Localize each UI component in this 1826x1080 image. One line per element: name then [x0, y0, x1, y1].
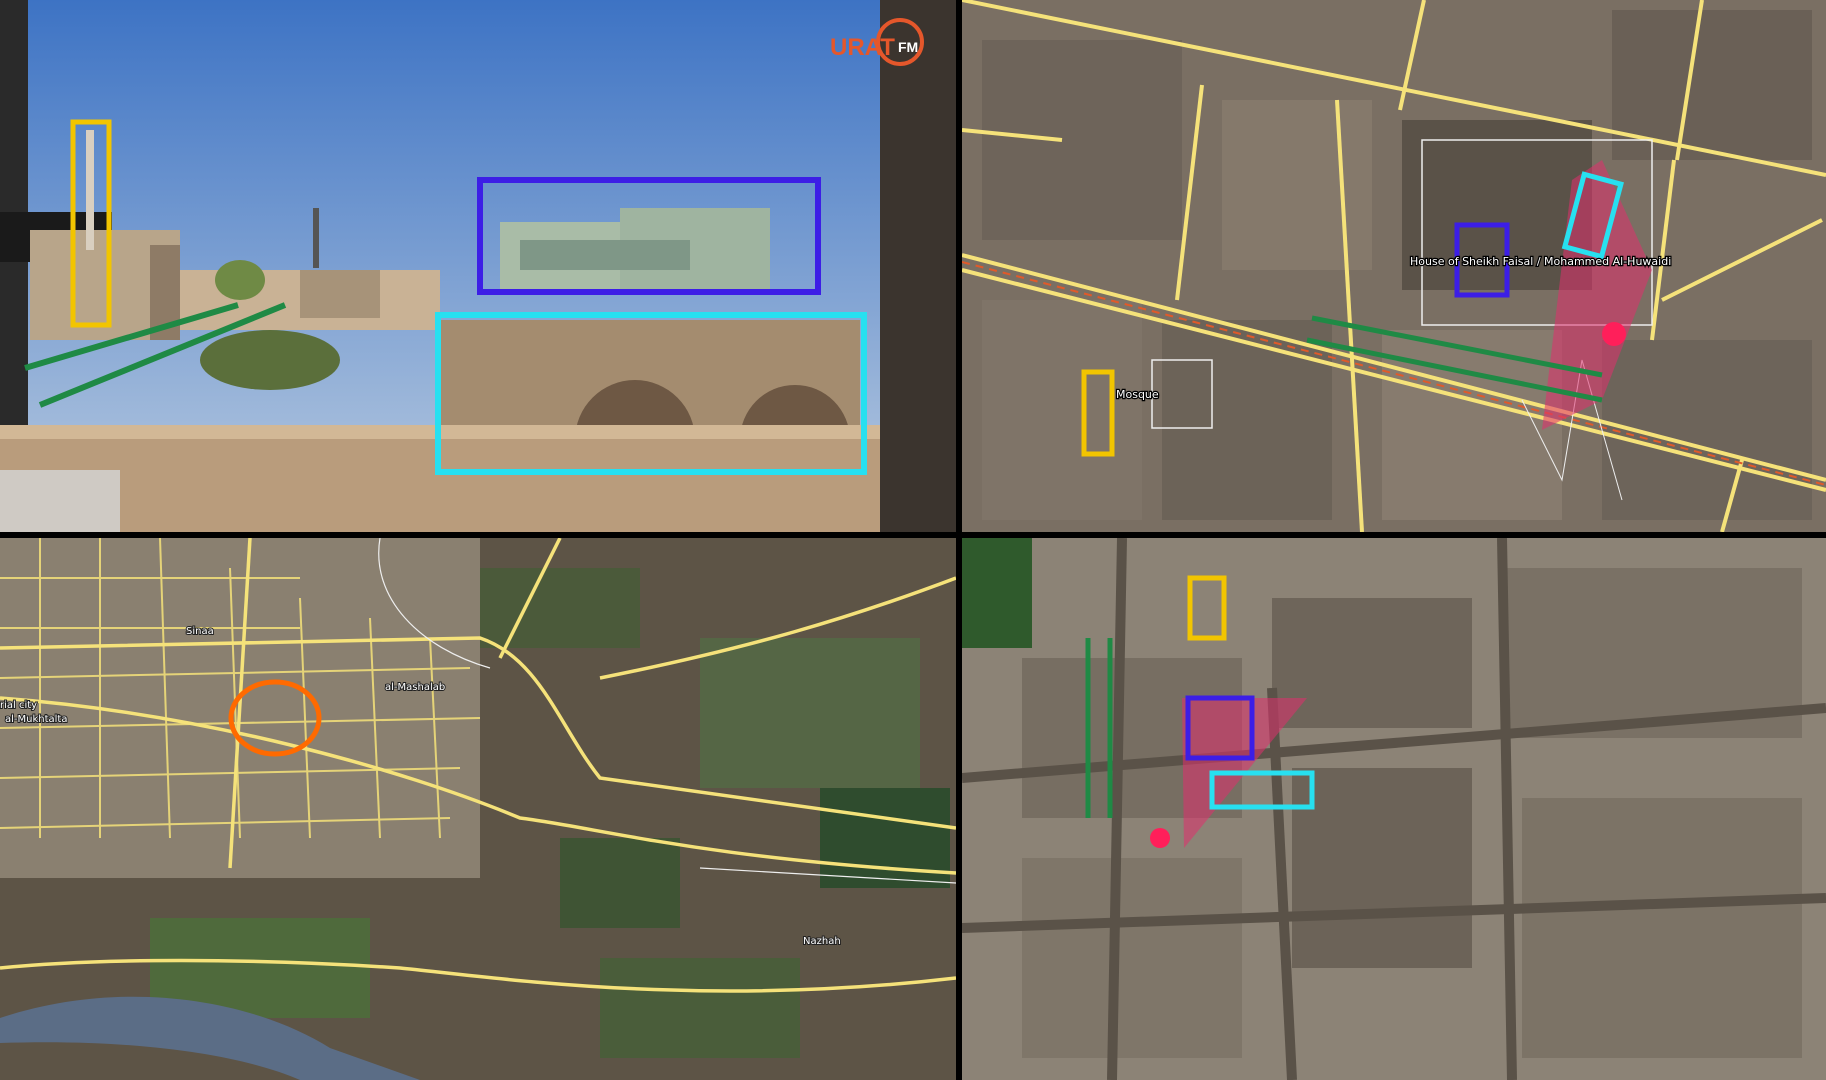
- overview-map: Sinaa rial city al-Mukhtalta al-Mashalab…: [0, 538, 956, 1080]
- photo-panel: URAT FM: [0, 0, 956, 532]
- satellite-wide-map: [962, 538, 1826, 1080]
- street-photo: URAT FM: [0, 0, 956, 532]
- camera-marker: [1602, 322, 1626, 346]
- satellite-detail-map: House of Sheikh Faisal / Mohammed Al-Huw…: [962, 0, 1826, 532]
- minaret: [86, 130, 94, 250]
- logo-text: URAT: [830, 34, 895, 61]
- camera-marker: [1150, 828, 1170, 848]
- nazhah-label: Nazhah: [803, 936, 841, 947]
- mashalab-label: al-Mashalab: [385, 682, 445, 693]
- logo-suffix: FM: [898, 39, 918, 55]
- sinaa-label: Sinaa: [186, 626, 214, 637]
- map-detail-svg: House of Sheikh Faisal / Mohammed Al-Huw…: [962, 0, 1826, 532]
- map-wide-svg: [962, 538, 1826, 1080]
- mosque-label: Mosque: [1116, 388, 1159, 401]
- mukhtalta-label: al-Mukhtalta: [5, 714, 68, 725]
- house-label: House of Sheikh Faisal / Mohammed Al-Huw…: [1410, 255, 1671, 268]
- industrial-city-label: rial city: [0, 700, 37, 711]
- overview-svg: Sinaa rial city al-Mukhtalta al-Mashalab…: [0, 538, 956, 1080]
